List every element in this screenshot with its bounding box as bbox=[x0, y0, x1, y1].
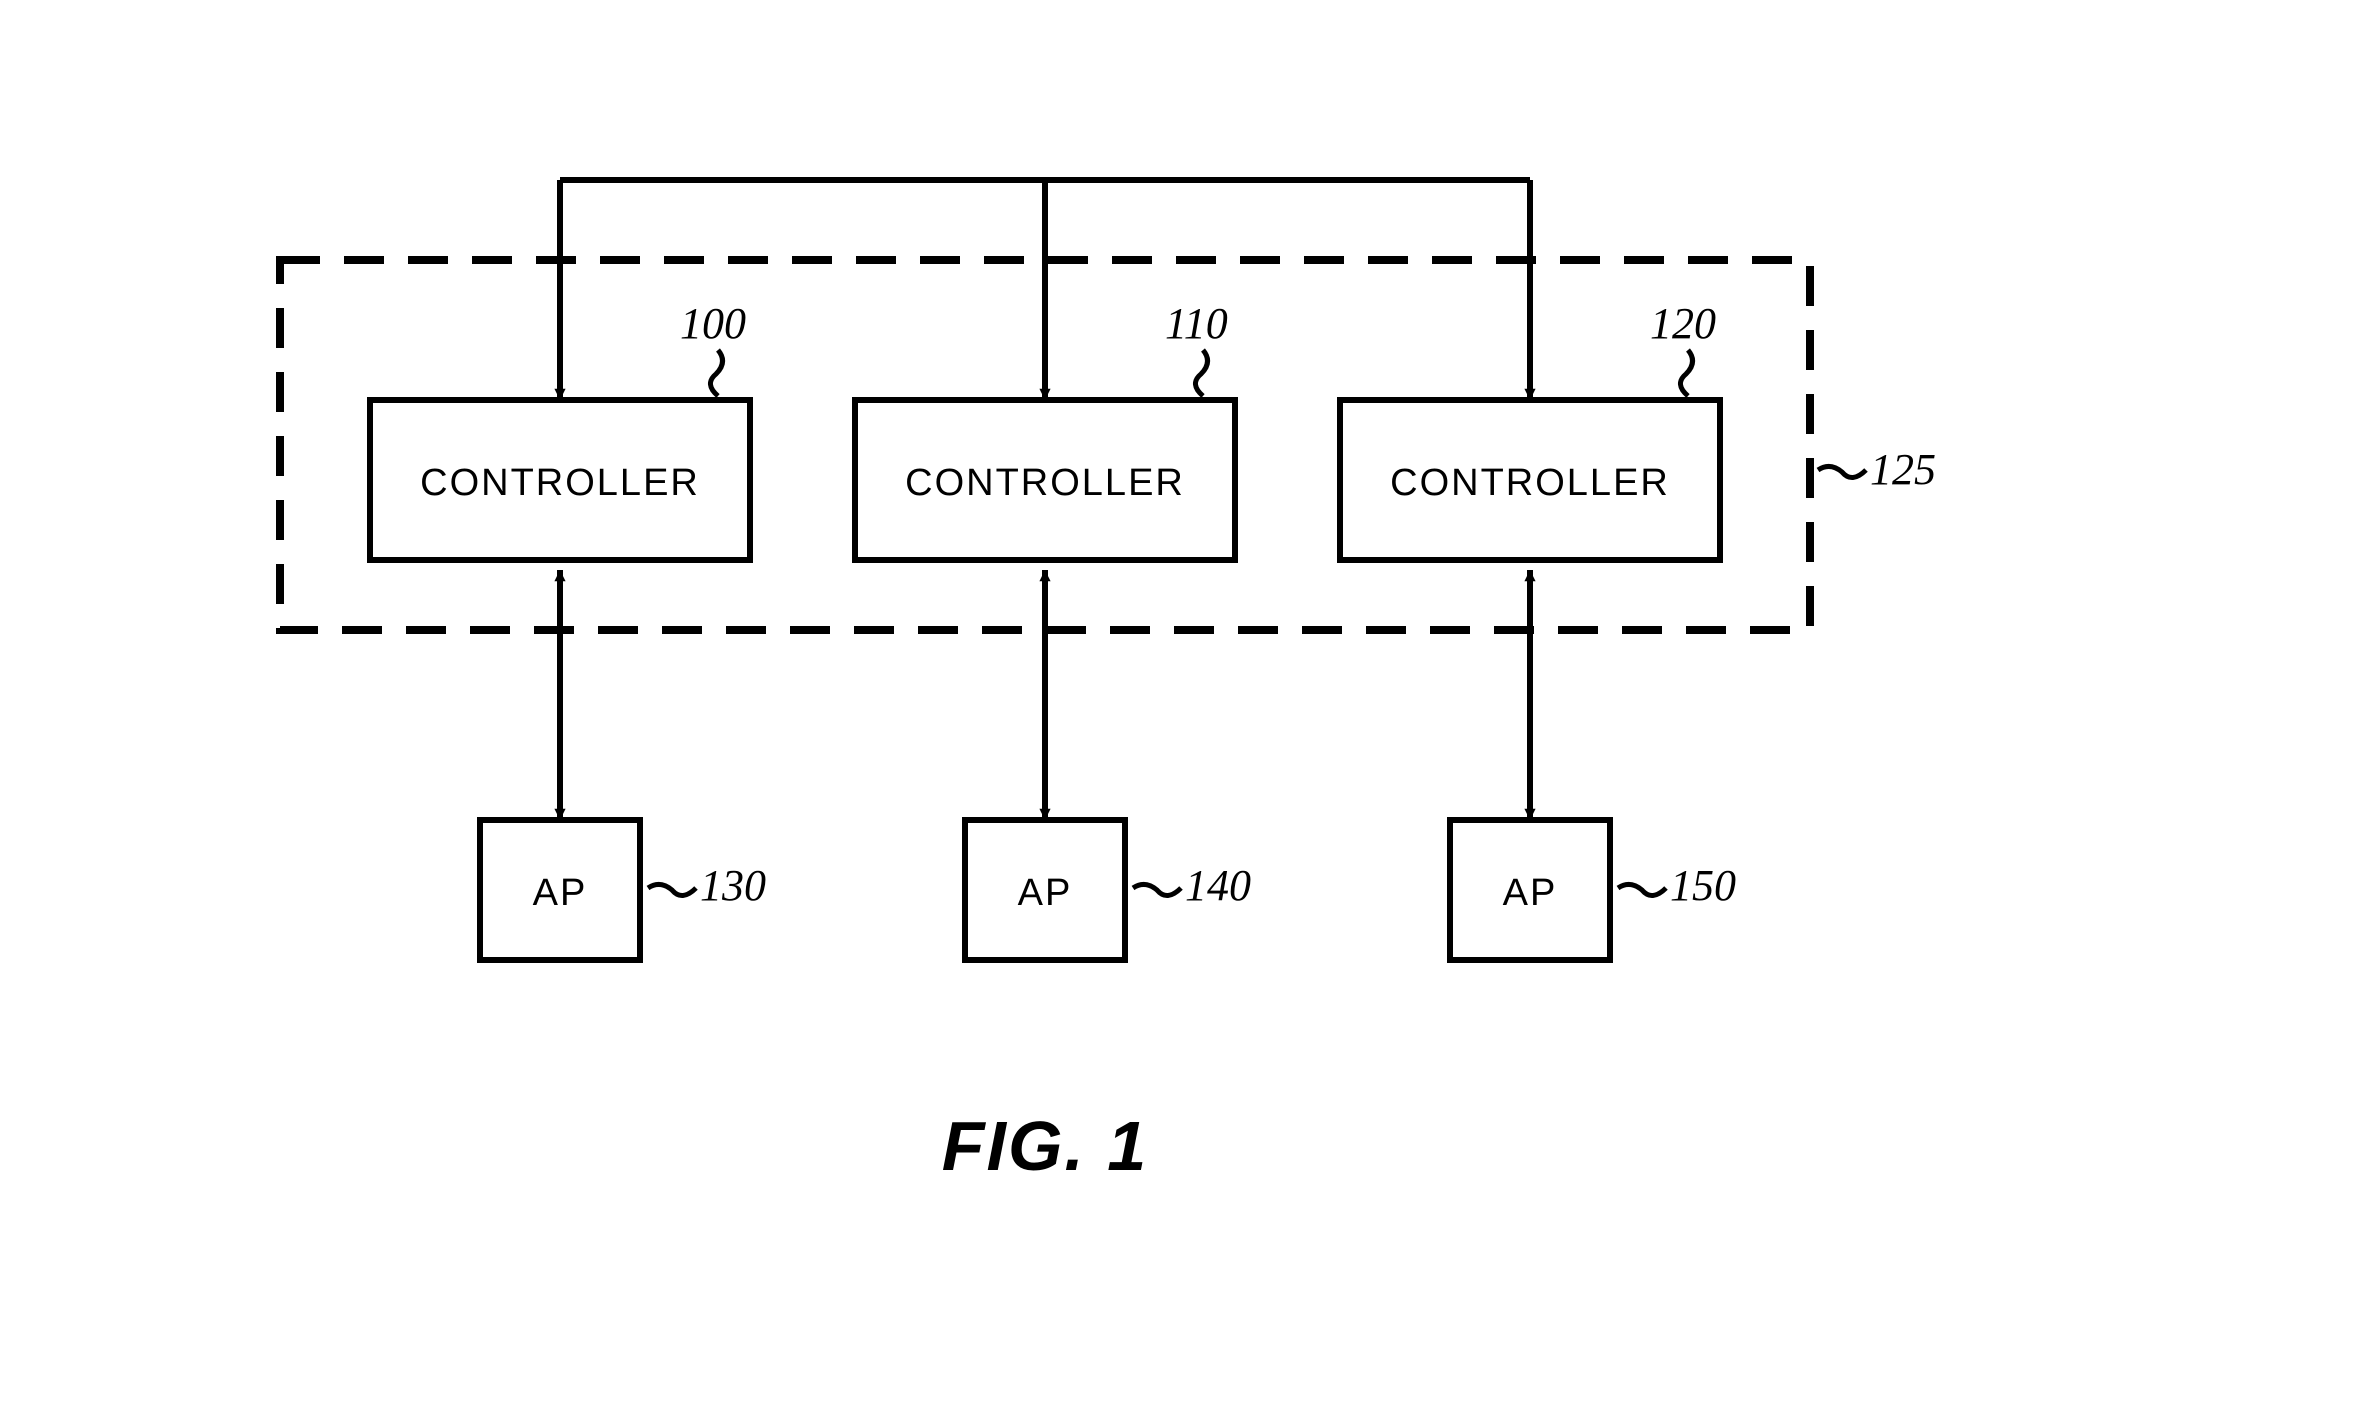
ap-label-130: AP bbox=[533, 872, 588, 914]
ref-100: 100 bbox=[680, 299, 746, 348]
figure-caption: FIG. 1 bbox=[942, 1107, 1148, 1185]
controller-label-120: CONTROLLER bbox=[1390, 462, 1670, 504]
ap-label-150: AP bbox=[1503, 872, 1558, 914]
ref-125: 125 bbox=[1870, 445, 1936, 494]
ap-label-140: AP bbox=[1018, 872, 1073, 914]
figure-1-diagram: CONTROLLER CONTROLLER CONTROLLER 100 110… bbox=[0, 0, 2367, 1416]
ref-130: 130 bbox=[700, 861, 766, 910]
controller-label-110: CONTROLLER bbox=[905, 462, 1185, 504]
ref-120: 120 bbox=[1650, 299, 1716, 348]
ref-150: 150 bbox=[1670, 861, 1736, 910]
ref-110: 110 bbox=[1165, 299, 1228, 348]
ref-140: 140 bbox=[1185, 861, 1251, 910]
controller-label-100: CONTROLLER bbox=[420, 462, 700, 504]
